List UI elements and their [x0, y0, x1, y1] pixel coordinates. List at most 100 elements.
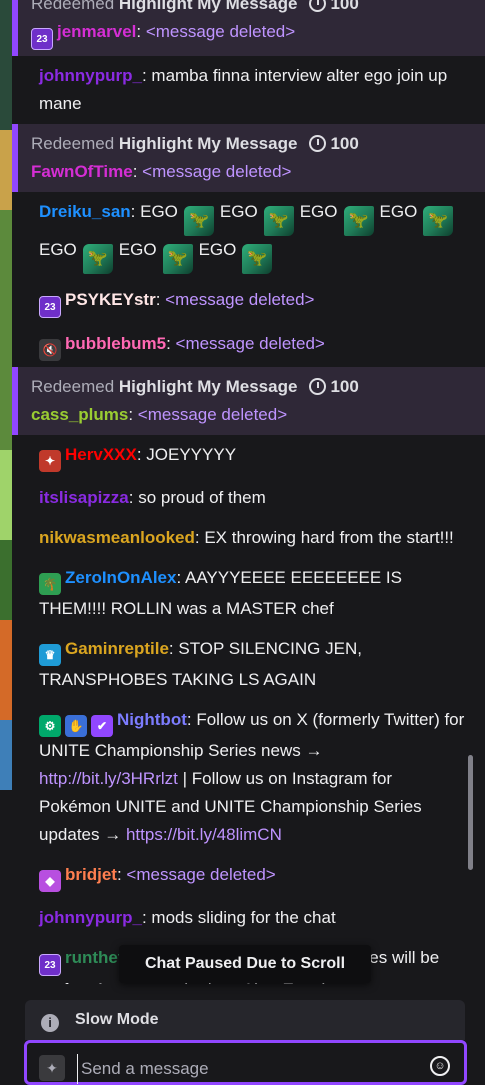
reward-name: Highlight My Message: [118, 0, 298, 13]
message-link[interactable]: http://bit.ly/3HRrlzt: [39, 769, 178, 788]
reward-cost: 100: [330, 0, 359, 13]
reward-name: Highlight My Message: [118, 134, 298, 153]
message-word: EGO: [118, 240, 157, 259]
username[interactable]: johnnypurp_: [39, 908, 142, 927]
message-word: EGO: [299, 202, 338, 221]
dino-emote-icon[interactable]: 🦖: [263, 206, 294, 236]
colon: :: [132, 162, 143, 181]
message-text: <message deleted>: [145, 22, 296, 41]
message-text: <message deleted>: [137, 405, 288, 424]
colon: :: [141, 66, 152, 85]
message-text: EX throwing hard from the start!!!: [204, 528, 454, 547]
colon: :: [155, 290, 166, 309]
red-badge-icon[interactable]: ✦: [39, 450, 61, 472]
message-line: FawnOfTime: <message deleted>: [31, 158, 465, 186]
chat-message[interactable]: ⚙ ✋ ✔ Nightbot: Follow us on X (formerly Tw…: [12, 700, 485, 855]
redeem-prefix: Redeemed: [31, 377, 115, 396]
dino-emote-icon[interactable]: 🦖: [183, 206, 214, 236]
chat-message[interactable]: nikwasmeanlooked: EX throwing hard from …: [12, 518, 485, 558]
username[interactable]: itslisapizza: [39, 488, 129, 507]
highlighted-message[interactable]: Redeemed Highlight My Message 100 FawnOfTi…: [12, 124, 485, 192]
redemption-line: Redeemed Highlight My Message 100: [31, 373, 465, 401]
username[interactable]: bubblebum5: [65, 334, 166, 353]
dino-emote-icon[interactable]: 🦖: [162, 244, 193, 274]
video-edge: [0, 0, 12, 1079]
redemption-line: Redeemed Highlight My Message 100: [31, 130, 465, 158]
redeem-prefix: Redeemed: [31, 0, 115, 13]
reward-cost: 100: [330, 134, 359, 153]
info-icon: i: [41, 1014, 59, 1032]
verified-badge-icon[interactable]: ✔: [91, 715, 113, 737]
chat-input[interactable]: [77, 1054, 423, 1084]
channel-points-icon: [309, 135, 327, 152]
colon: :: [128, 488, 139, 507]
chat-message[interactable]: 🌴 ZeroInOnAlex: AAYYYEEEE EEEEEEEE IS THE…: [12, 558, 485, 629]
colon: :: [130, 202, 141, 221]
sub-badge-icon[interactable]: 23: [39, 296, 61, 318]
message-word: EGO: [39, 240, 77, 259]
dino-emote-icon[interactable]: 🦖: [82, 244, 113, 274]
message-link[interactable]: https://bit.ly/48limCN: [126, 825, 282, 844]
redemption-line: Redeemed Highlight My Message 100: [31, 0, 465, 18]
slow-mode-label: Slow Mode: [75, 1011, 159, 1028]
username[interactable]: Gaminreptile: [65, 639, 169, 658]
message-text: mods sliding for the chat: [151, 908, 336, 927]
message-text: <message deleted>: [126, 865, 276, 884]
chat-message[interactable]: 🔇 bubblebum5: <message deleted>: [12, 324, 485, 367]
colon: :: [128, 405, 138, 424]
bridjet-badge-icon[interactable]: ◆: [39, 870, 61, 892]
username[interactable]: cass_plums: [31, 405, 128, 424]
message-word: EGO: [140, 202, 178, 221]
username[interactable]: bridjet: [65, 865, 117, 884]
sub-badge-icon[interactable]: 23: [39, 954, 61, 976]
sparkle-icon[interactable]: ✦: [39, 1055, 65, 1081]
username[interactable]: Nightbot: [117, 710, 187, 729]
sub-badge-icon[interactable]: 23: [31, 28, 53, 50]
message-text: JOEYYYYY: [146, 445, 237, 464]
colon: :: [166, 334, 176, 353]
message-word: EGO: [379, 202, 418, 221]
tropic-badge-icon[interactable]: 🌴: [39, 573, 61, 595]
dino-emote-icon[interactable]: 🦖: [343, 206, 374, 236]
chat-message[interactable]: 23 PSYKEYstr: <message deleted>: [12, 280, 485, 324]
reward-name: Highlight My Message: [118, 377, 298, 396]
reward-cost: 100: [330, 377, 359, 396]
username[interactable]: HervXXX: [65, 445, 137, 464]
username[interactable]: johnnypurp_: [39, 66, 142, 85]
username[interactable]: nikwasmeanlooked: [39, 528, 195, 547]
mute-badge-icon[interactable]: 🔇: [39, 339, 61, 361]
dino-emote-icon[interactable]: 🦖: [242, 244, 273, 274]
message-word: EGO: [219, 202, 258, 221]
channel-points-icon: [309, 0, 327, 12]
highlighted-message[interactable]: Redeemed Highlight My Message 100 cass_plu…: [12, 367, 485, 435]
chat-input-box[interactable]: ✦ ☺: [24, 1040, 467, 1085]
emote-picker-icon[interactable]: ☺: [430, 1056, 450, 1076]
chat-paused-banner[interactable]: Chat Paused Due to Scroll: [119, 945, 371, 983]
chat-message[interactable]: itslisapizza: so proud of them: [12, 478, 485, 518]
colon: :: [194, 528, 205, 547]
username[interactable]: Dreiku_san: [39, 202, 131, 221]
chat-message[interactable]: johnnypurp_: mamba finna interview alter…: [12, 56, 485, 124]
username[interactable]: jenmarvel: [57, 22, 136, 41]
gear-badge-icon[interactable]: ⚙: [39, 715, 61, 737]
chat-message[interactable]: ✦ HervXXX: JOEYYYYY: [12, 435, 485, 478]
chat-message[interactable]: Dreiku_san: EGO 🦖 EGO 🦖 EGO 🦖 EGO 🦖 EGO 🦖 EGO 🦖 EGO 🦖: [12, 192, 485, 280]
chat-log[interactable]: Redeemed Highlight My Message 100 23 jenmar…: [12, 0, 485, 984]
username[interactable]: PSYKEYstr: [65, 290, 156, 309]
highlighted-message[interactable]: Redeemed Highlight My Message 100 23 jenmar…: [12, 0, 485, 56]
hand-badge-icon[interactable]: ✋: [65, 715, 87, 737]
colon: :: [116, 865, 127, 884]
chat-scrollbar[interactable]: [468, 755, 473, 870]
channel-points-icon: [309, 378, 327, 395]
chat-message[interactable]: ♛ Gaminreptile: STOP SILENCING JEN, TRANS…: [12, 629, 485, 700]
slow-mode-bar: i Slow Mode: [25, 1000, 465, 1040]
colon: :: [186, 710, 197, 729]
chat-message[interactable]: johnnypurp_: mods sliding for the chat: [12, 898, 485, 938]
dino-emote-icon[interactable]: 🦖: [423, 206, 454, 236]
crown-badge-icon[interactable]: ♛: [39, 644, 61, 666]
username[interactable]: ZeroInOnAlex: [65, 568, 176, 587]
username[interactable]: FawnOfTime: [31, 162, 133, 181]
chat-message[interactable]: ◆ bridjet: <message deleted>: [12, 855, 485, 898]
colon: :: [136, 22, 146, 41]
message-line: 23 jenmarvel: <message deleted>: [31, 18, 465, 50]
